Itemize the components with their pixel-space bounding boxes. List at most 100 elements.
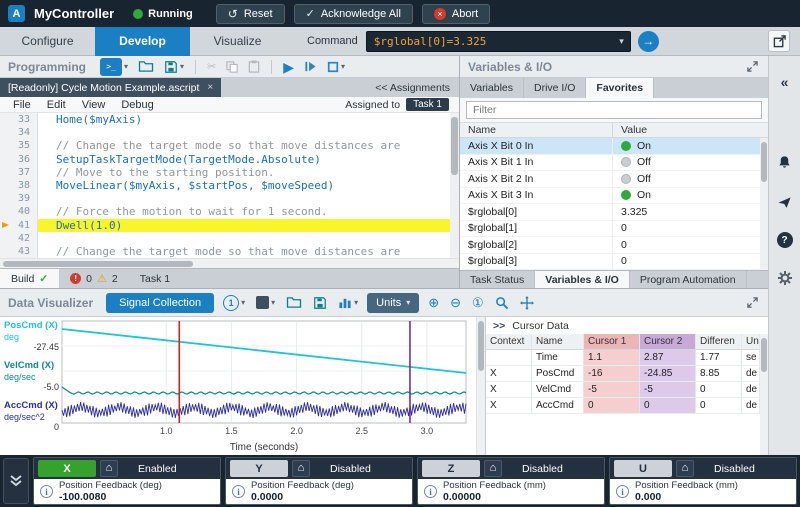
open-collection-button[interactable] — [284, 294, 304, 312]
cursor-data-row[interactable]: Time1.12.871.77se — [486, 350, 760, 366]
code-line[interactable]: MoveLinear($myAxis, $startPos, $moveSpee… — [38, 179, 450, 192]
variable-row[interactable]: Axis X Bit 0 InOn — [460, 138, 768, 155]
cursor-column-header[interactable]: Un — [742, 334, 760, 350]
scrollbar-thumb[interactable] — [761, 338, 767, 372]
zoom-reset-button[interactable]: ① — [470, 294, 486, 312]
help-button[interactable]: ? — [773, 228, 797, 252]
feedback-button[interactable] — [773, 190, 797, 214]
code-line[interactable] — [38, 192, 450, 205]
pan-button[interactable] — [518, 294, 536, 312]
abort-button[interactable]: × Abort — [422, 4, 490, 24]
collapse-axis-bar-button[interactable] — [3, 458, 29, 504]
expand-visualizer-button[interactable] — [745, 294, 760, 312]
cursor-column-header[interactable]: Differen — [696, 334, 742, 350]
scrollbar-thumb[interactable] — [761, 142, 767, 182]
code-line[interactable] — [38, 232, 450, 245]
execute-command-button[interactable]: → — [638, 31, 659, 52]
collection-select-button[interactable]: 1▾ — [221, 294, 247, 312]
cursor-column-header[interactable]: Name — [532, 334, 584, 350]
step-over-button[interactable] — [302, 58, 319, 76]
home-button[interactable]: ⌂ — [676, 460, 694, 477]
menu-debug[interactable]: Debug — [114, 99, 160, 111]
tab-task1[interactable]: Task 1 — [129, 269, 181, 288]
code-line[interactable]: // Force the motion to wait for 1 second… — [38, 205, 450, 218]
assignments-toggle[interactable]: << Assignments — [366, 78, 459, 97]
code-line[interactable]: // Change the target mode so that move d… — [38, 245, 450, 258]
scrollbar-thumb[interactable] — [3, 261, 193, 267]
code-line[interactable]: // Move to the starting position. — [38, 166, 450, 179]
menu-file[interactable]: File — [6, 99, 38, 111]
code-line[interactable]: // Change the target mode so that move d… — [38, 139, 450, 152]
variable-row[interactable]: $rglobal[2]0 — [460, 237, 768, 254]
zoom-in-button[interactable]: ⊕ — [426, 294, 441, 312]
tab-task-status[interactable]: Task Status — [460, 271, 535, 288]
error-counter[interactable]: ! 0 ⚠ 2 — [59, 269, 129, 288]
axis-button-z[interactable]: Z — [422, 460, 480, 477]
editor-horizontal-scrollbar[interactable] — [0, 258, 459, 268]
tab-build[interactable]: Build ✓ — [0, 269, 59, 288]
variable-row[interactable]: $rglobal[0]3.325 — [460, 204, 768, 221]
chevrons-right-icon[interactable]: >> — [493, 320, 505, 332]
cursor-column-header[interactable]: Cursor 2 — [640, 334, 696, 350]
variables-scrollbar[interactable] — [760, 138, 768, 270]
units-dropdown[interactable]: Units▾ — [367, 293, 419, 313]
axis-button-x[interactable]: X — [38, 460, 96, 477]
cursor-data-row[interactable]: XPosCmd-16-24.858.85de — [486, 366, 760, 382]
variable-row[interactable]: $rglobal[3]0 — [460, 254, 768, 271]
home-button[interactable]: ⌂ — [292, 460, 310, 477]
home-button[interactable]: ⌂ — [100, 460, 118, 477]
variable-row[interactable]: $rglobal[1]0 — [460, 221, 768, 238]
signal-collection-button[interactable]: Signal Collection — [106, 293, 214, 313]
notifications-button[interactable] — [773, 150, 797, 174]
settings-button[interactable] — [773, 266, 797, 290]
stop-program-button[interactable]: ▾ — [325, 58, 347, 76]
task-badge[interactable]: Task 1 — [406, 98, 449, 111]
tab-develop[interactable]: Develop — [95, 27, 190, 56]
axis-button-u[interactable]: U — [614, 460, 672, 477]
reset-button[interactable]: ↺ Reset — [216, 4, 285, 24]
open-file-button[interactable] — [136, 58, 156, 76]
chart-canvas[interactable]: 1.01.52.02.53.0Time (seconds) — [0, 317, 476, 455]
axis-button-y[interactable]: Y — [230, 460, 288, 477]
scrollbar-thumb[interactable] — [478, 321, 484, 371]
expand-panel-button[interactable] — [745, 58, 760, 76]
open-new-window-button[interactable] — [768, 30, 790, 52]
scrollbar-thumb[interactable] — [451, 117, 458, 175]
close-icon[interactable]: × — [207, 82, 213, 93]
tab-favorites[interactable]: Favorites — [586, 78, 654, 98]
home-button[interactable]: ⌂ — [484, 460, 502, 477]
tab-variables-io[interactable]: Variables & I/O — [535, 271, 630, 288]
code-line[interactable]: Home($myAxis) — [38, 113, 450, 126]
file-tab[interactable]: [Readonly] Cycle Motion Example.ascript … — [0, 78, 221, 97]
code-line[interactable]: SetupTaskTargetMode(TargetMode.Absolute) — [38, 153, 450, 166]
column-name[interactable]: Name — [460, 123, 612, 137]
filter-input[interactable] — [466, 101, 762, 119]
command-input[interactable] — [374, 35, 617, 48]
chart-scrollbar[interactable] — [476, 317, 485, 455]
display-mode-button[interactable]: ▾ — [254, 294, 277, 312]
menu-view[interactable]: View — [75, 99, 113, 111]
code-line[interactable] — [38, 126, 450, 139]
run-program-button[interactable]: ▶ — [281, 58, 296, 76]
variable-row[interactable]: Axis X Bit 3 InOn — [460, 188, 768, 205]
command-queue-button[interactable]: >_▾ — [98, 58, 130, 76]
code-line[interactable]: Dwell(1.0) — [38, 219, 450, 232]
tab-configure[interactable]: Configure — [0, 27, 95, 56]
code-lines[interactable]: Home($myAxis) // Change the target mode … — [38, 113, 450, 258]
editor-vertical-scrollbar[interactable] — [450, 113, 459, 258]
chart-type-button[interactable]: ▾ — [336, 294, 360, 312]
collapse-strip-button[interactable]: « — [773, 70, 797, 94]
cursor-column-header[interactable]: Context — [486, 334, 532, 350]
acknowledge-all-button[interactable]: ✓ Acknowledge All — [294, 4, 413, 24]
chart-area[interactable]: PosCmd (X)deg-27.45VelCmd (X)deg/sec-5.0… — [0, 317, 476, 455]
cursor-data-row[interactable]: XVelCmd-5-50de — [486, 382, 760, 398]
cursor-data-row[interactable]: XAccCmd000de — [486, 398, 760, 414]
tab-drive-io[interactable]: Drive I/O — [524, 78, 586, 98]
zoom-region-button[interactable] — [493, 294, 511, 312]
variable-row[interactable]: Axis X Bit 1 InOff — [460, 155, 768, 172]
cursor-column-header[interactable]: Cursor 1 — [584, 334, 640, 350]
tab-program-automation[interactable]: Program Automation — [630, 271, 747, 288]
cursor-table-scrollbar[interactable] — [760, 334, 768, 455]
tab-visualize[interactable]: Visualize — [190, 27, 285, 56]
code-editor[interactable]: 3334353637383940414243 Home($myAxis) // … — [0, 113, 459, 258]
